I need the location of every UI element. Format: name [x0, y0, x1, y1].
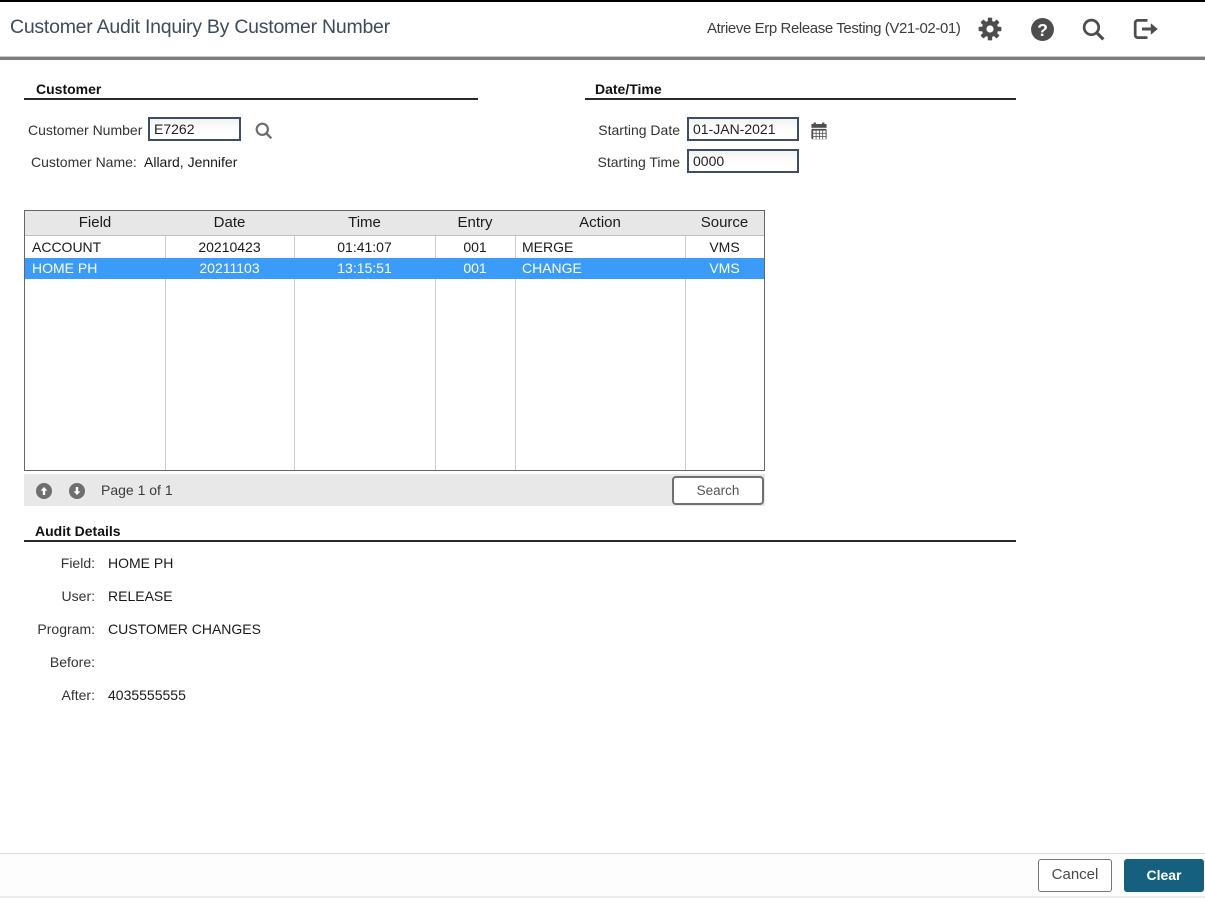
- svg-text:?: ?: [1037, 20, 1048, 40]
